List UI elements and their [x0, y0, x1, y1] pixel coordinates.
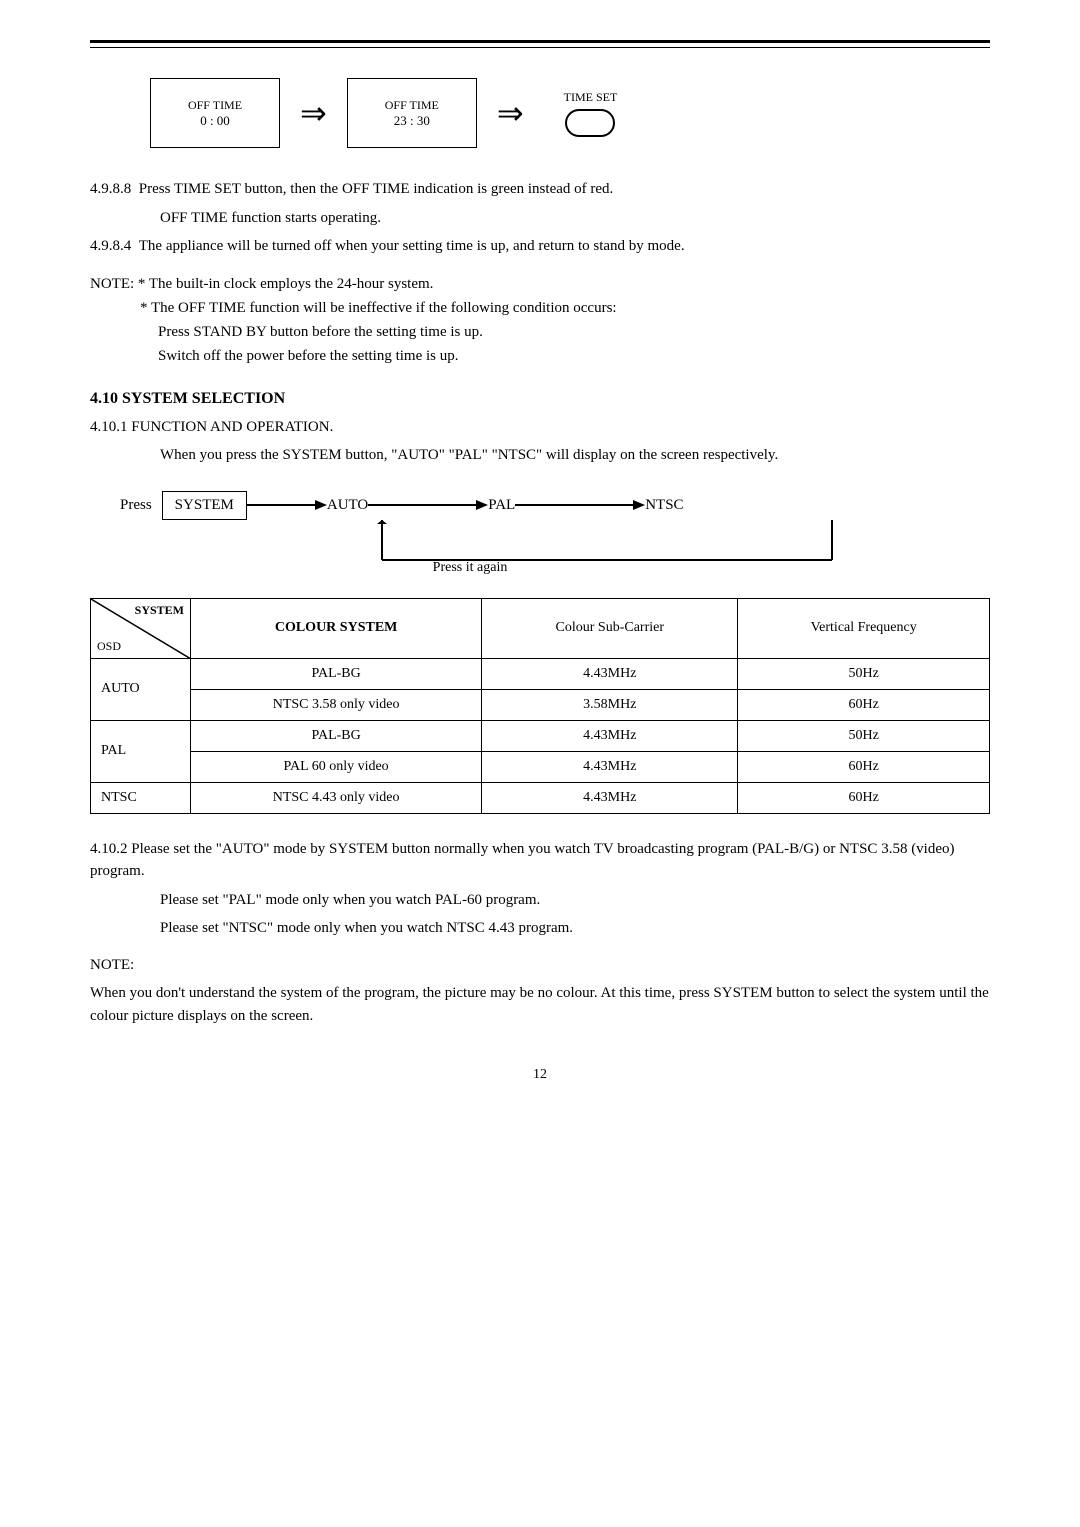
off-time-box-1: OFF TIME 0 : 00 — [150, 78, 280, 148]
auto-subcarrier-2: 3.58MHz — [482, 689, 738, 720]
instruction-4988-number: 4.9.8.8 — [90, 181, 139, 197]
loop-svg — [120, 520, 1020, 570]
subsection-text-span: When you press the SYSTEM button, "AUTO"… — [160, 447, 778, 463]
note-1-text: NOTE: * The built-in clock employs the 2… — [90, 276, 433, 292]
instruction-4984-text: The appliance will be turned off when yo… — [139, 238, 685, 254]
ntsc-row-label: NTSC — [91, 782, 191, 813]
off-time-value-2: 23 : 30 — [394, 113, 430, 129]
press-label: Press — [120, 497, 152, 514]
pal-freq-1: 50Hz — [738, 720, 990, 751]
instruction-4988-cont: OFF TIME function starts operating. — [90, 207, 990, 230]
subsection-label: 4.10.1 FUNCTION AND OPERATION. — [90, 416, 990, 439]
diagonal-top-label: SYSTEM — [135, 603, 184, 618]
arrow-to-auto — [247, 495, 327, 515]
pal-subcarrier-1: 4.43MHz — [482, 720, 738, 751]
system-button-box: SYSTEM — [162, 491, 247, 520]
press-again-label: Press it again — [433, 560, 508, 576]
arrow-to-ntsc — [515, 495, 645, 515]
page: OFF TIME 0 : 00 ⇒ OFF TIME 23 : 30 ⇒ TIM… — [0, 0, 1080, 1527]
table-row: PAL PAL-BG 4.43MHz 50Hz — [91, 720, 990, 751]
ntsc-label: NTSC — [645, 497, 683, 514]
auto-subcarrier-1: 4.43MHz — [482, 658, 738, 689]
page-number: 12 — [90, 1067, 990, 1083]
pal-label: PAL — [488, 497, 515, 514]
time-set-group: TIME SET — [564, 90, 618, 137]
section-heading: 4.10 SYSTEM SELECTION — [90, 390, 990, 408]
table-header-freq: Vertical Frequency — [738, 598, 990, 658]
time-set-icon — [565, 109, 615, 137]
note-final-label: NOTE: — [90, 954, 990, 977]
pal-colour-2: PAL 60 only video — [191, 751, 482, 782]
off-time-label-1: OFF TIME — [188, 98, 242, 113]
section-4102-line2: Please set "PAL" mode only when you watc… — [90, 889, 990, 912]
arrow-1: ⇒ — [300, 97, 327, 129]
arrow-to-pal — [368, 495, 488, 515]
system-flow-diagram: Press SYSTEM AUTO PAL NTSC — [120, 491, 990, 570]
note-block: NOTE: * The built-in clock employs the 2… — [90, 272, 990, 368]
auto-label: AUTO — [327, 497, 368, 514]
off-time-diagram: OFF TIME 0 : 00 ⇒ OFF TIME 23 : 30 ⇒ TIM… — [90, 78, 990, 148]
instruction-4984-number: 4.9.8.4 — [90, 238, 139, 254]
system-btn-label: SYSTEM — [175, 497, 234, 513]
note-4-text: Switch off the power before the setting … — [158, 348, 459, 364]
diagonal-header-cell: SYSTEM OSD — [91, 598, 191, 658]
note-final-text: When you don't understand the system of … — [90, 982, 990, 1027]
pal-freq-2: 60Hz — [738, 751, 990, 782]
off-time-label-2: OFF TIME — [385, 98, 439, 113]
auto-freq-2: 60Hz — [738, 689, 990, 720]
note-2-text: * The OFF TIME function will be ineffect… — [140, 300, 617, 316]
pal-subcarrier-2: 4.43MHz — [482, 751, 738, 782]
subsection-text: When you press the SYSTEM button, "AUTO"… — [90, 444, 990, 467]
instruction-4984: 4.9.8.4 The appliance will be turned off… — [90, 235, 990, 258]
table-row: AUTO PAL-BG 4.43MHz 50Hz — [91, 658, 990, 689]
section-4102-text: Please set the "AUTO" mode by SYSTEM but… — [90, 841, 955, 880]
table-header-row: SYSTEM OSD COLOUR SYSTEM Colour Sub-Carr… — [91, 598, 990, 658]
note-4: Switch off the power before the setting … — [90, 344, 990, 368]
auto-row-label: AUTO — [91, 658, 191, 720]
feedback-loop: Press it again — [120, 520, 990, 570]
instruction-4988-text: Press TIME SET button, then the OFF TIME… — [139, 181, 614, 197]
time-set-label: TIME SET — [564, 90, 618, 105]
top-border — [90, 40, 990, 48]
diagonal-bottom-label: OSD — [97, 639, 121, 654]
pal-colour-1: PAL-BG — [191, 720, 482, 751]
ntsc-subcarrier-1: 4.43MHz — [482, 782, 738, 813]
note-3-text: Press STAND BY button before the setting… — [158, 324, 483, 340]
auto-colour-2: NTSC 3.58 only video — [191, 689, 482, 720]
note-3: Press STAND BY button before the setting… — [90, 320, 990, 344]
table-row: PAL 60 only video 4.43MHz 60Hz — [91, 751, 990, 782]
auto-freq-1: 50Hz — [738, 658, 990, 689]
pal-row-label: PAL — [91, 720, 191, 782]
instruction-4988: 4.9.8.8 Press TIME SET button, then the … — [90, 178, 990, 201]
section-4102: 4.10.2 Please set the "AUTO" mode by SYS… — [90, 838, 990, 883]
note-2: * The OFF TIME function will be ineffect… — [90, 296, 990, 320]
table-header-subcarrier: Colour Sub-Carrier — [482, 598, 738, 658]
ntsc-freq-1: 60Hz — [738, 782, 990, 813]
system-table: SYSTEM OSD COLOUR SYSTEM Colour Sub-Carr… — [90, 598, 990, 814]
ntsc-colour-1: NTSC 4.43 only video — [191, 782, 482, 813]
flow-main-row: Press SYSTEM AUTO PAL NTSC — [120, 491, 990, 520]
section-4102-line3: Please set "NTSC" mode only when you wat… — [90, 917, 990, 940]
section-4102-number: 4.10.2 — [90, 841, 131, 857]
table-row: NTSC 3.58 only video 3.58MHz 60Hz — [91, 689, 990, 720]
off-time-value-1: 0 : 00 — [200, 113, 230, 129]
arrow-2: ⇒ — [497, 97, 524, 129]
table-row: NTSC NTSC 4.43 only video 4.43MHz 60Hz — [91, 782, 990, 813]
table-header-colour: COLOUR SYSTEM — [191, 598, 482, 658]
note-1: NOTE: * The built-in clock employs the 2… — [90, 272, 990, 296]
off-time-box-2: OFF TIME 23 : 30 — [347, 78, 477, 148]
auto-colour-1: PAL-BG — [191, 658, 482, 689]
